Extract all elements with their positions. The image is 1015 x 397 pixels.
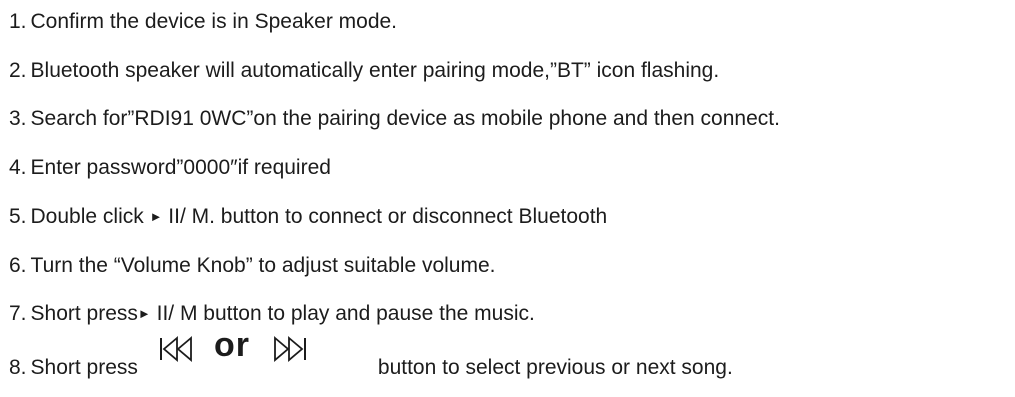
step-text-lead: Short press — [30, 302, 138, 325]
step-text: Search for”RDI91 0WC”on the pairing devi… — [30, 107, 780, 130]
step-text: Bluetooth speaker will automatically ent… — [30, 59, 720, 82]
step-number: 6. — [9, 254, 27, 277]
step-number: 2. — [9, 59, 27, 82]
step-number: 7. — [9, 302, 27, 325]
step-1: 1. Confirm the device is in Speaker mode. — [9, 9, 397, 35]
play-glyph-icon: ► — [137, 306, 151, 321]
step-text-tail: II/ M. button to connect or disconnect B… — [162, 205, 608, 228]
instruction-list: 1. Confirm the device is in Speaker mode.… — [0, 0, 1015, 397]
step-number: 4. — [9, 156, 27, 179]
step-6: 6. Turn the “Volume Knob” to adjust suita… — [9, 253, 496, 279]
step-3: 3. Search for”RDI91 0WC”on the pairing de… — [9, 106, 780, 132]
step-number: 8. — [9, 356, 27, 379]
step-text: Turn the “Volume Knob” to adjust suitabl… — [30, 254, 496, 277]
step-text-tail: button to select previous or next song. — [377, 356, 733, 379]
step-number: 1. — [9, 10, 27, 33]
step-2: 2. Bluetooth speaker will automatically e… — [9, 58, 719, 84]
step-5: 5. Double click ► II/ M. button to connec… — [9, 204, 607, 230]
step-text-lead: Short press — [30, 356, 138, 379]
play-glyph-icon: ► — [149, 209, 163, 224]
step-8: 8. Short press button to select previous o… — [9, 355, 733, 381]
step-text-lead: Double click — [30, 205, 150, 228]
step-text: Enter password”0000″if required — [30, 156, 331, 179]
step-number: 3. — [9, 107, 27, 130]
step-number: 5. — [9, 205, 27, 228]
step-text: Confirm the device is in Speaker mode. — [30, 10, 398, 33]
step-4: 4. Enter password”0000″if required — [9, 155, 331, 181]
